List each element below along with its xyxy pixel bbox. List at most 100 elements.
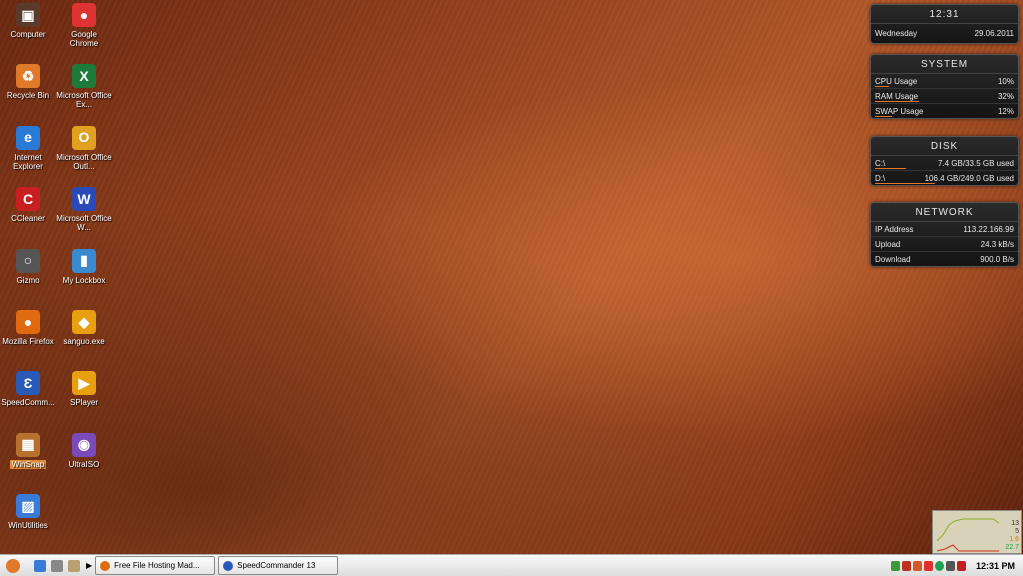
- tray-security-icon[interactable]: [923, 560, 933, 571]
- desktop-icon-label: Internet Explorer: [13, 152, 43, 171]
- speedcomm-icon: Ɛ: [16, 371, 40, 396]
- window-app-icon: [223, 560, 234, 571]
- quick-launch-notepad-icon[interactable]: [68, 559, 80, 572]
- microsoft-office-w-icon: W: [72, 187, 96, 212]
- row-value: 113.22.166.99: [963, 225, 1014, 234]
- desktop-icon-label: Mozilla Firefox: [2, 337, 54, 346]
- row-value: 7.4 GB/33.5 GB used: [937, 159, 1014, 168]
- desktop-icon-recycle-bin[interactable]: ♻ Recycle Bin: [0, 64, 56, 100]
- desktop-icon-label: Recycle Bin: [6, 91, 50, 101]
- network-row: Upload 24.3 kB/s: [871, 237, 1018, 252]
- desktop-icon-label: Computer: [10, 30, 46, 39]
- clock-date: 29.06.2011: [974, 29, 1014, 38]
- row-value: 24.3 kB/s: [980, 240, 1014, 249]
- row-label: D:\: [875, 174, 886, 183]
- desktop-icon-sanguo-exe[interactable]: ◆ sanguo.exe: [56, 310, 112, 346]
- tray-sync-icon[interactable]: [934, 560, 944, 571]
- usage-bar: [875, 86, 889, 87]
- internet-explorer-icon: e: [16, 125, 40, 150]
- monitor-value: 22.7: [1005, 544, 1019, 551]
- clock-gadget: 12:31 Wednesday 29.06.2011: [870, 4, 1019, 44]
- taskbar-window-button[interactable]: Free File Hosting Mad...: [95, 556, 216, 575]
- desktop-icon-microsoft-office-ex[interactable]: X Microsoft Office Ex...: [56, 64, 112, 109]
- system-tray: 12:31 PM: [890, 555, 1023, 576]
- recycle-bin-icon: ♻: [16, 64, 40, 89]
- desktop-icon-label: UltraISO: [68, 459, 100, 469]
- desktop-icon-label: Microsoft Office Outl...: [56, 152, 112, 171]
- quick-launch-desktop-icon[interactable]: [51, 559, 63, 572]
- desktop-icon-label: Google Chrome: [69, 30, 99, 48]
- tray-monitor-icon[interactable]: [912, 560, 922, 571]
- computer-icon: ▣: [16, 3, 40, 27]
- desktop-icon-label: SpeedComm...: [1, 398, 55, 408]
- ccleaner-icon: C: [16, 187, 40, 212]
- network-title: NETWORK: [871, 203, 1018, 222]
- window-app-icon: [100, 560, 111, 571]
- desktop-icon-microsoft-office-outl[interactable]: O Microsoft Office Outl...: [56, 125, 112, 171]
- winutilities-icon: ▨: [16, 494, 40, 519]
- desktop-icon-ultraiso[interactable]: ◉ UltraISO: [56, 432, 112, 469]
- start-button[interactable]: [6, 558, 20, 573]
- clock-day: Wednesday: [875, 29, 918, 38]
- desktop-icon-gizmo[interactable]: ○ Gizmo: [0, 248, 56, 285]
- monitor-value: 5: [1015, 528, 1019, 535]
- desktop-icon-label: WinUtilities: [8, 521, 48, 531]
- desktop-icon-label: SPlayer: [69, 398, 98, 408]
- usage-bar: [875, 183, 935, 184]
- network-gadget: NETWORK IP Address 113.22.166.99 Upload 24.…: [870, 202, 1019, 267]
- tray-volume-icon[interactable]: [945, 560, 955, 571]
- taskbar-clock[interactable]: 12:31 PM: [976, 561, 1015, 571]
- desktop-icon-winsnap[interactable]: ▦ WinSnap: [0, 432, 56, 469]
- row-value: 106.4 GB/249.0 GB used: [924, 174, 1014, 183]
- network-row: IP Address 113.22.166.99: [871, 222, 1018, 237]
- splayer-icon: ▶: [72, 371, 96, 396]
- taskbar-window-label: SpeedCommander 13: [237, 561, 316, 570]
- usage-bar: [875, 101, 919, 102]
- desktop-icon-google-chrome[interactable]: ● Google Chrome: [56, 3, 112, 48]
- system-row: CPU Usage 10%: [871, 74, 1018, 89]
- desktop-icon-microsoft-office-w[interactable]: W Microsoft Office W...: [56, 187, 112, 232]
- desktop-icon-label: CCleaner: [11, 214, 45, 224]
- system-row: RAM Usage 32%: [871, 89, 1018, 104]
- microsoft-office-ex-icon: X: [72, 64, 96, 89]
- clock-date-row: Wednesday 29.06.2011: [871, 24, 1018, 43]
- row-label: Upload: [875, 240, 901, 249]
- row-label: SWAP Usage: [875, 107, 924, 116]
- disk-row: D:\ 106.4 GB/249.0 GB used: [871, 171, 1018, 185]
- system-row: SWAP Usage 12%: [871, 104, 1018, 118]
- winsnap-icon: ▦: [16, 432, 40, 457]
- monitor-value: 13: [1011, 520, 1019, 527]
- desktop-icon-computer[interactable]: ▣ Computer: [0, 3, 56, 39]
- performance-monitor-widget[interactable]: 13 5 1.6 22.7: [932, 510, 1022, 554]
- desktop-icon-label: sanguo.exe: [63, 337, 105, 346]
- row-value: 12%: [997, 107, 1014, 116]
- quick-launch-edit-icon[interactable]: [34, 559, 46, 572]
- desktop-icon-label: Microsoft Office Ex...: [56, 91, 112, 110]
- my-lockbox-icon: ▮: [72, 248, 96, 273]
- system-title: SYSTEM: [871, 55, 1018, 74]
- desktop-icon-my-lockbox[interactable]: ▮ My Lockbox: [56, 248, 112, 285]
- desktop-icon-label: My Lockbox: [62, 275, 106, 285]
- ultraiso-icon: ◉: [72, 432, 96, 457]
- desktop-icon-speedcomm[interactable]: Ɛ SpeedComm...: [0, 371, 56, 407]
- row-label: CPU Usage: [875, 77, 918, 86]
- desktop-icon-winutilities[interactable]: ▨ WinUtilities: [0, 494, 56, 530]
- tray-antivirus-icon[interactable]: [956, 560, 966, 571]
- monitor-value: 1.6: [1009, 536, 1019, 543]
- disk-gadget: DISK C:\ 7.4 GB/33.5 GB used D:\ 106.4 GB/2…: [870, 136, 1019, 186]
- system-gadget: SYSTEM CPU Usage 10% RAM Usage 32% SWAP Usag…: [870, 54, 1019, 119]
- desktop-icon-internet-explorer[interactable]: e Internet Explorer: [0, 125, 56, 171]
- desktop-icon-splayer[interactable]: ▶ SPlayer: [56, 371, 112, 407]
- desktop-icon-mozilla-firefox[interactable]: ● Mozilla Firefox: [0, 310, 56, 346]
- disk-title: DISK: [871, 137, 1018, 156]
- desktop-icon-ccleaner[interactable]: C CCleaner: [0, 187, 56, 223]
- desktop-icon-label: Gizmo: [16, 275, 40, 285]
- desktop-icon-label: WinSnap: [9, 459, 47, 469]
- tray-network-icon[interactable]: [890, 560, 900, 571]
- taskbar-window-button[interactable]: SpeedCommander 13: [218, 556, 339, 575]
- usage-bar: [875, 116, 892, 117]
- tray-app-icon[interactable]: [901, 560, 911, 571]
- row-value: 32%: [997, 92, 1014, 101]
- taskbar: ▶ Free File Hosting Mad... SpeedCommander…: [0, 554, 1023, 576]
- gizmo-icon: ○: [16, 248, 40, 273]
